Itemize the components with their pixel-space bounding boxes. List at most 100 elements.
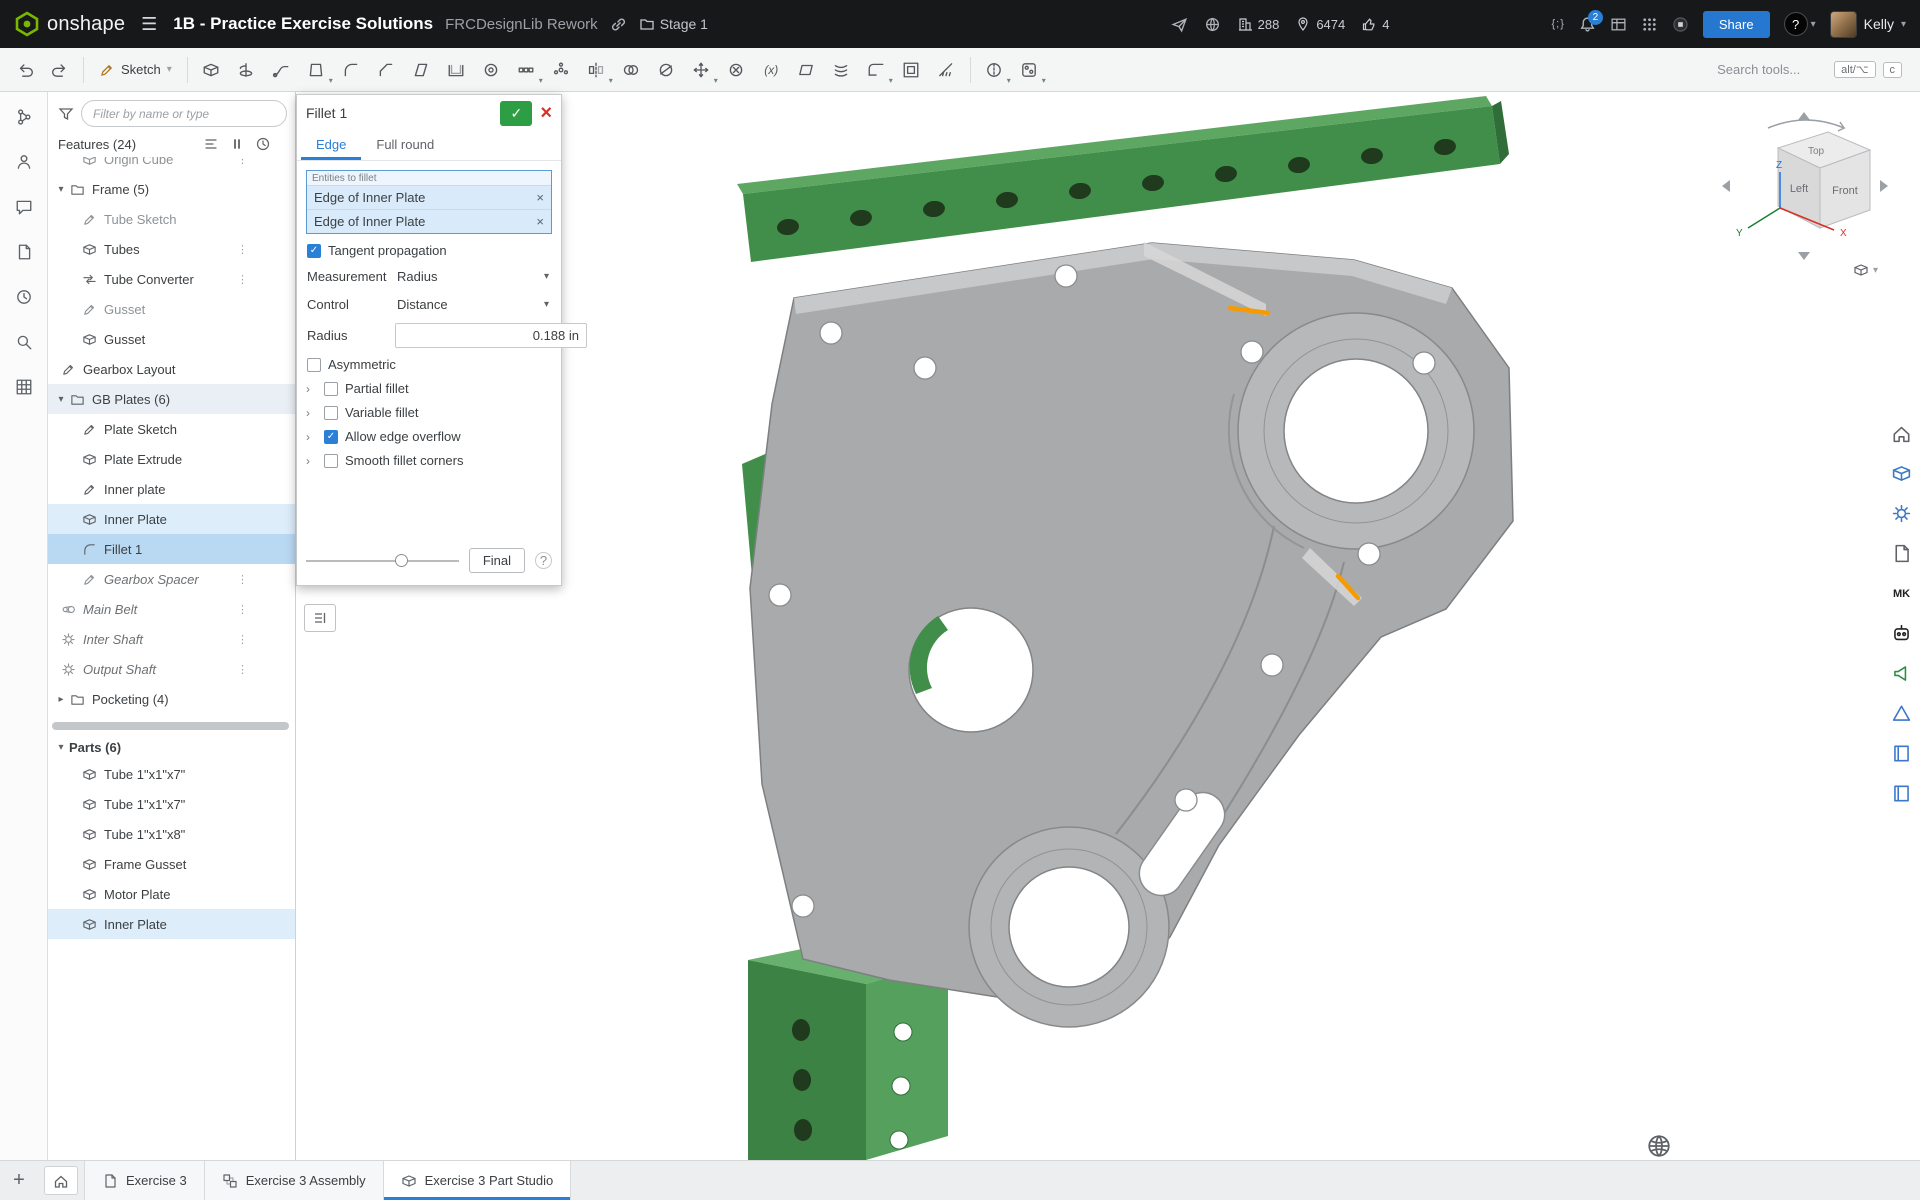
entity-row-1[interactable]: Edge of Inner Plate× <box>307 185 551 209</box>
featurescript-icon[interactable]: {;} <box>1551 18 1564 30</box>
feature-row-frame-5[interactable]: ▾Frame (5) <box>48 174 295 204</box>
document-tab-exercise-3-assembly[interactable]: Exercise 3 Assembly <box>205 1161 384 1200</box>
preview-slider[interactable] <box>306 560 459 562</box>
tree-horizontal-scrollbar[interactable] <box>52 722 289 730</box>
send-icon[interactable] <box>1171 16 1188 33</box>
expand-chevron-icon[interactable]: › <box>306 406 317 420</box>
remove-entity-icon[interactable]: × <box>536 190 544 205</box>
chevron-right-icon[interactable]: ▸ <box>53 694 69 705</box>
linear-pattern-button[interactable]: ▾ <box>510 53 543 86</box>
view-cube-top-face[interactable]: Top <box>1808 146 1825 157</box>
drag-dots-icon[interactable]: ⋮ <box>237 573 247 586</box>
option-row-partial-fillet[interactable]: ›Partial fillet <box>306 381 552 396</box>
sheet-metal-button[interactable]: ▾ <box>860 53 893 86</box>
drag-dots-icon[interactable]: ⋮ <box>237 243 247 256</box>
globe-button[interactable] <box>1646 1130 1678 1162</box>
helix-button[interactable] <box>825 53 858 86</box>
dialog-list-toggle-button[interactable] <box>304 604 336 632</box>
feature-row-origin-cube[interactable]: Origin Cube⋮ <box>48 157 295 174</box>
doc-tools-tool-button[interactable] <box>1888 540 1915 567</box>
robot-tools-tool-button[interactable] <box>1888 620 1915 647</box>
loft-button[interactable]: ▾ <box>300 53 333 86</box>
measure-button[interactable] <box>930 53 963 86</box>
announce-tool-button[interactable] <box>1888 660 1915 687</box>
feature-filter-input[interactable] <box>81 100 287 127</box>
sketch-button[interactable]: Sketch ▾ <box>91 53 180 86</box>
chamfer-button[interactable] <box>370 53 403 86</box>
filter-funnel-icon[interactable] <box>58 106 74 122</box>
allow-edge-overflow-checkbox[interactable] <box>324 430 338 444</box>
document-notes-panel-button[interactable] <box>9 237 39 267</box>
split-button[interactable] <box>650 53 683 86</box>
link-icon[interactable] <box>610 16 627 33</box>
feature-row-gusset[interactable]: Gusset <box>48 324 295 354</box>
drag-dots-icon[interactable]: ⋮ <box>237 157 247 166</box>
control-dropdown[interactable]: Distance ▾ <box>395 295 551 314</box>
option-row-smooth-fillet-corners[interactable]: ›Smooth fillet corners <box>306 453 552 468</box>
expand-chevron-icon[interactable]: › <box>306 454 317 468</box>
feature-row-output-shaft[interactable]: Output Shaft⋮ <box>48 654 295 684</box>
expand-chevron-icon[interactable]: › <box>306 382 317 396</box>
view-cube-left-face[interactable]: Left <box>1790 183 1808 195</box>
confirm-button[interactable]: ✓ <box>500 101 532 126</box>
feature-row-inter-shaft[interactable]: Inter Shaft⋮ <box>48 624 295 654</box>
view-cube[interactable]: Top Left Front Z Y X ▾ <box>1716 108 1896 270</box>
entity-row-2[interactable]: Edge of Inner Plate× <box>307 209 551 233</box>
tangent-propagation-row[interactable]: Tangent propagation <box>307 243 551 258</box>
document-tab-exercise-3-part-studio[interactable]: Exercise 3 Part Studio <box>384 1161 572 1200</box>
menu-icon[interactable]: ☰ <box>141 14 157 35</box>
search-panel-button[interactable] <box>9 327 39 357</box>
public-globe-icon[interactable] <box>1204 16 1221 33</box>
feature-row-tubes[interactable]: Tubes⋮ <box>48 234 295 264</box>
feature-row-gearbox-spacer[interactable]: Gearbox Spacer⋮ <box>48 564 295 594</box>
view-cube-front-face[interactable]: Front <box>1832 185 1858 197</box>
rollback-icon[interactable] <box>229 136 245 152</box>
appearance-button[interactable]: ▾ <box>1013 53 1046 86</box>
copies-stat[interactable]: 288 <box>1237 16 1280 32</box>
views-stat[interactable]: 6474 <box>1295 16 1345 32</box>
feature-row-plate-sketch[interactable]: Plate Sketch <box>48 414 295 444</box>
dialog-header[interactable]: Fillet 1 ✓ × <box>297 95 561 131</box>
option-row-allow-edge-overflow[interactable]: ›Allow edge overflow <box>306 429 552 444</box>
app-grid-icon[interactable] <box>1641 16 1658 33</box>
chevron-down-icon[interactable]: ▾ <box>53 184 69 195</box>
document-tab-exercise-3[interactable]: Exercise 3 <box>84 1161 205 1200</box>
feature-row-fillet-1[interactable]: Fillet 1 <box>48 534 295 564</box>
view-options-button[interactable]: ▾ <box>1853 262 1878 278</box>
dialog-help-icon[interactable]: ? <box>535 552 552 569</box>
fillet-button[interactable] <box>335 53 368 86</box>
comments-panel-button[interactable] <box>9 192 39 222</box>
radius-input[interactable] <box>395 323 587 348</box>
mirror-button[interactable]: ▾ <box>580 53 613 86</box>
follow-panel-button[interactable] <box>9 147 39 177</box>
part-row-tube-1-x1-x7[interactable]: Tube 1"x1"x7" <box>48 759 295 789</box>
feature-row-gb-plates-6[interactable]: ▾GB Plates (6) <box>48 384 295 414</box>
part-row-tube-1-x1-x8[interactable]: Tube 1"x1"x8" <box>48 819 295 849</box>
feature-row-tube-sketch[interactable]: Tube Sketch <box>48 204 295 234</box>
drag-dots-icon[interactable]: ⋮ <box>237 633 247 646</box>
dialog-tab-full-round[interactable]: Full round <box>361 131 449 160</box>
smooth-fillet-corners-checkbox[interactable] <box>324 454 338 468</box>
library-b-tool-button[interactable] <box>1888 780 1915 807</box>
slider-knob[interactable] <box>395 554 408 567</box>
remove-entity-icon[interactable]: × <box>536 214 544 229</box>
likes-stat[interactable]: 4 <box>1361 16 1389 32</box>
mkcad-tool-button[interactable]: MK <box>1888 580 1915 607</box>
tangent-propagation-checkbox[interactable] <box>307 244 321 258</box>
feature-row-plate-extrude[interactable]: Plate Extrude <box>48 444 295 474</box>
notifications-button[interactable]: 2 <box>1579 16 1596 33</box>
extrude-button[interactable] <box>195 53 228 86</box>
part-tools-tool-button[interactable] <box>1888 460 1915 487</box>
dialog-tab-edge[interactable]: Edge <box>301 131 361 160</box>
3d-viewport[interactable]: Fillet 1 ✓ × EdgeFull round Entities to … <box>296 92 1920 1160</box>
extension-icon[interactable] <box>1672 16 1689 33</box>
parts-header[interactable]: ▾ Parts (6) <box>48 736 295 759</box>
part-row-inner-plate[interactable]: Inner Plate <box>48 909 295 939</box>
drag-dots-icon[interactable]: ⋮ <box>237 273 247 286</box>
transform-button[interactable]: ▾ <box>685 53 718 86</box>
delete-part-button[interactable] <box>720 53 753 86</box>
history-panel-button[interactable] <box>9 282 39 312</box>
home-tool-button[interactable] <box>1888 420 1915 447</box>
drag-dots-icon[interactable]: ⋮ <box>237 663 247 676</box>
variable-studio-button[interactable]: (x) <box>755 53 788 86</box>
